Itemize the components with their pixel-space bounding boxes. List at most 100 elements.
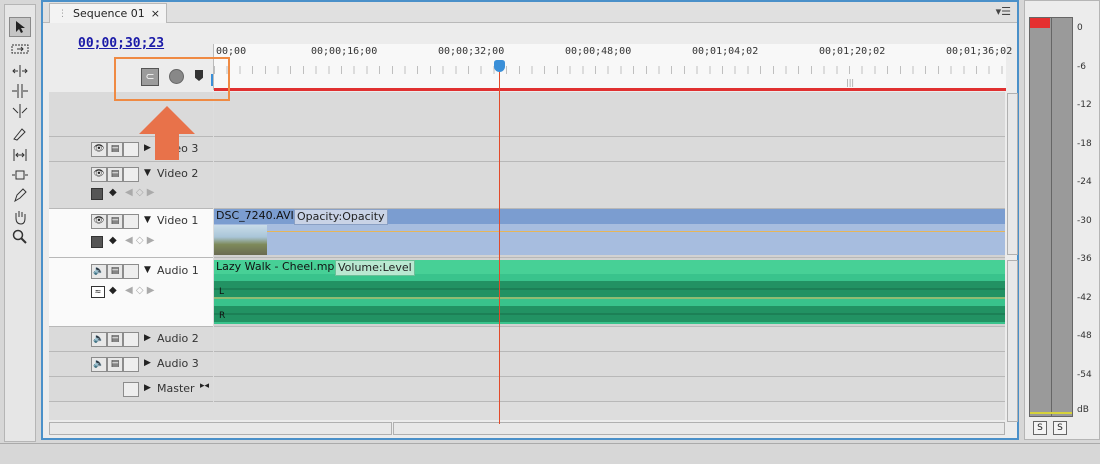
lock-toggle[interactable]	[123, 382, 139, 397]
slide-tool-icon[interactable]	[9, 165, 31, 185]
ruler-ticks	[214, 66, 1006, 74]
audio-clip[interactable]: Lazy Walk - Cheel.mp3 Volume:Level L R	[214, 260, 1005, 324]
track-name: Video 1	[157, 214, 199, 227]
lane-audio2[interactable]	[214, 327, 1005, 352]
track-name: Audio 1	[157, 264, 199, 277]
db-label: -36	[1077, 254, 1092, 264]
keyframe-icon[interactable]: ◆	[109, 285, 117, 296]
track-header-video1: 👁 ▤ ▼ Video 1 ◆ ◀ ◇ ▶	[49, 209, 213, 258]
lock-toggle[interactable]	[123, 332, 139, 347]
lock-toggle[interactable]	[123, 167, 139, 182]
display-style-icon[interactable]	[91, 236, 103, 248]
keyframe-nav-icon[interactable]: ◀ ◇ ▶	[125, 235, 154, 246]
tab-sequence-01[interactable]: ⋮ Sequence 01 ×	[49, 3, 167, 23]
film-icon[interactable]: ▤	[107, 264, 123, 279]
opacity-rubberband[interactable]	[267, 231, 1005, 232]
meter-bars	[1029, 17, 1073, 417]
keyframe-nav-icon[interactable]: ◀ ◇ ▶	[125, 285, 154, 296]
eye-icon[interactable]: 👁	[91, 214, 107, 229]
collapse-track-icon[interactable]: ▼	[144, 215, 151, 225]
ruler-label: 00;00;16;00	[311, 46, 378, 57]
tab-strip: ⋮ Sequence 01 × ▾☰	[43, 2, 1017, 23]
film-icon[interactable]: ▤	[107, 167, 123, 182]
track-name: Audio 2	[157, 332, 199, 345]
film-icon[interactable]: ▤	[107, 332, 123, 347]
lane-audio1[interactable]: Lazy Walk - Cheel.mp3 Volume:Level L R	[214, 258, 1005, 327]
rate-stretch-tool-icon[interactable]	[9, 101, 31, 121]
keyframe-icon[interactable]: ◆	[109, 235, 117, 246]
time-ruler[interactable]: 00;00 00;00;16;00 00;00;32;00 00;00;48;0…	[213, 44, 1012, 91]
keyframe-icon[interactable]: ◆	[109, 187, 117, 198]
collapse-track-icon[interactable]: ▼	[144, 265, 151, 275]
expand-track-icon[interactable]: ▶	[144, 383, 151, 393]
playhead-line[interactable]	[499, 64, 500, 424]
playhead-handle[interactable]	[494, 60, 505, 72]
audio-vertical-scrollbar[interactable]	[1007, 260, 1018, 422]
eye-icon[interactable]: 👁	[91, 167, 107, 182]
eye-icon[interactable]: 👁	[91, 142, 107, 157]
left-channel-label: L	[219, 287, 225, 297]
db-label: -42	[1077, 293, 1092, 303]
db-label: -54	[1077, 370, 1092, 380]
lane-video1[interactable]: DSC_7240.AVI Opacity:Opacity	[214, 209, 1005, 258]
hand-tool-icon[interactable]	[9, 207, 31, 227]
ruler-label: 00;00;32;00	[438, 46, 505, 57]
solo-left-button[interactable]: S	[1033, 421, 1047, 435]
lane-video3[interactable]	[214, 137, 1005, 162]
lane-audio3[interactable]	[214, 352, 1005, 377]
lock-toggle[interactable]	[123, 214, 139, 229]
display-style-icon[interactable]	[91, 188, 103, 200]
db-label: -24	[1077, 177, 1092, 187]
lock-toggle[interactable]	[123, 357, 139, 372]
film-icon[interactable]: ▤	[107, 142, 123, 157]
track-select-tool-icon[interactable]	[9, 39, 31, 59]
right-channel-label: R	[219, 311, 226, 321]
track-name: Master	[157, 382, 195, 395]
slip-tool-icon[interactable]	[9, 145, 31, 165]
work-area-grip-icon[interactable]: |||	[846, 78, 854, 87]
panel-menu-icon[interactable]: ▾☰	[996, 5, 1011, 18]
close-icon[interactable]: ×	[151, 7, 160, 20]
waveform-display-icon[interactable]: ≈	[91, 286, 105, 298]
rolling-edit-tool-icon[interactable]	[9, 81, 31, 101]
video-effect-dropdown[interactable]: Opacity:Opacity	[294, 209, 388, 225]
lock-toggle[interactable]	[123, 264, 139, 279]
keyframe-nav-icon[interactable]: ◀ ◇ ▶	[125, 187, 154, 198]
master-type-icon: ▸◂	[200, 381, 210, 391]
lane-master[interactable]	[214, 377, 1005, 402]
audio-clip-name: Lazy Walk - Cheel.mp3	[216, 260, 342, 273]
zoom-tool-icon[interactable]	[9, 227, 31, 247]
speaker-icon[interactable]: 🔈	[91, 332, 107, 347]
lane-video2[interactable]	[214, 162, 1005, 209]
selection-tool-icon[interactable]	[9, 17, 31, 37]
video-clip[interactable]: DSC_7240.AVI Opacity:Opacity	[214, 209, 1005, 255]
film-icon[interactable]: ▤	[107, 357, 123, 372]
speaker-icon[interactable]: 🔈	[91, 357, 107, 372]
audio-effect-dropdown[interactable]: Volume:Level	[335, 260, 415, 276]
speaker-icon[interactable]: 🔈	[91, 264, 107, 279]
video-vertical-scrollbar[interactable]	[1007, 93, 1018, 255]
ripple-edit-tool-icon[interactable]	[9, 61, 31, 81]
zoom-scrollbar[interactable]	[49, 422, 392, 435]
pen-tool-icon[interactable]	[9, 185, 31, 205]
expand-track-icon[interactable]: ▶	[144, 333, 151, 343]
empty-lane	[214, 92, 1005, 137]
meter-level	[1030, 412, 1072, 414]
film-icon[interactable]: ▤	[107, 214, 123, 229]
db-label: dB	[1077, 405, 1089, 415]
meter-divider	[1051, 18, 1052, 416]
ruler-label: 00;00;48;00	[565, 46, 632, 57]
audio-meter-panel: 0 -6 -12 -18 -24 -30 -36 -42 -48 -54 dB …	[1024, 0, 1100, 440]
expand-track-icon[interactable]: ▶	[144, 358, 151, 368]
razor-tool-icon[interactable]	[9, 123, 31, 143]
solo-right-button[interactable]: S	[1053, 421, 1067, 435]
grip-icon: ⋮	[58, 8, 67, 19]
track-header-audio1: 🔈 ▤ ▼ Audio 1 ≈ ◆ ◀ ◇ ▶	[49, 258, 213, 327]
current-timecode[interactable]: 00;00;30;23	[78, 36, 164, 51]
annotation-arrow-icon	[139, 106, 195, 160]
ruler-label: 00;01;36;02	[946, 46, 1013, 57]
horizontal-scrollbar[interactable]	[393, 422, 1005, 435]
work-area-bar[interactable]	[214, 88, 1006, 91]
collapse-track-icon[interactable]: ▼	[144, 168, 151, 178]
audio-waveform	[214, 281, 1005, 322]
